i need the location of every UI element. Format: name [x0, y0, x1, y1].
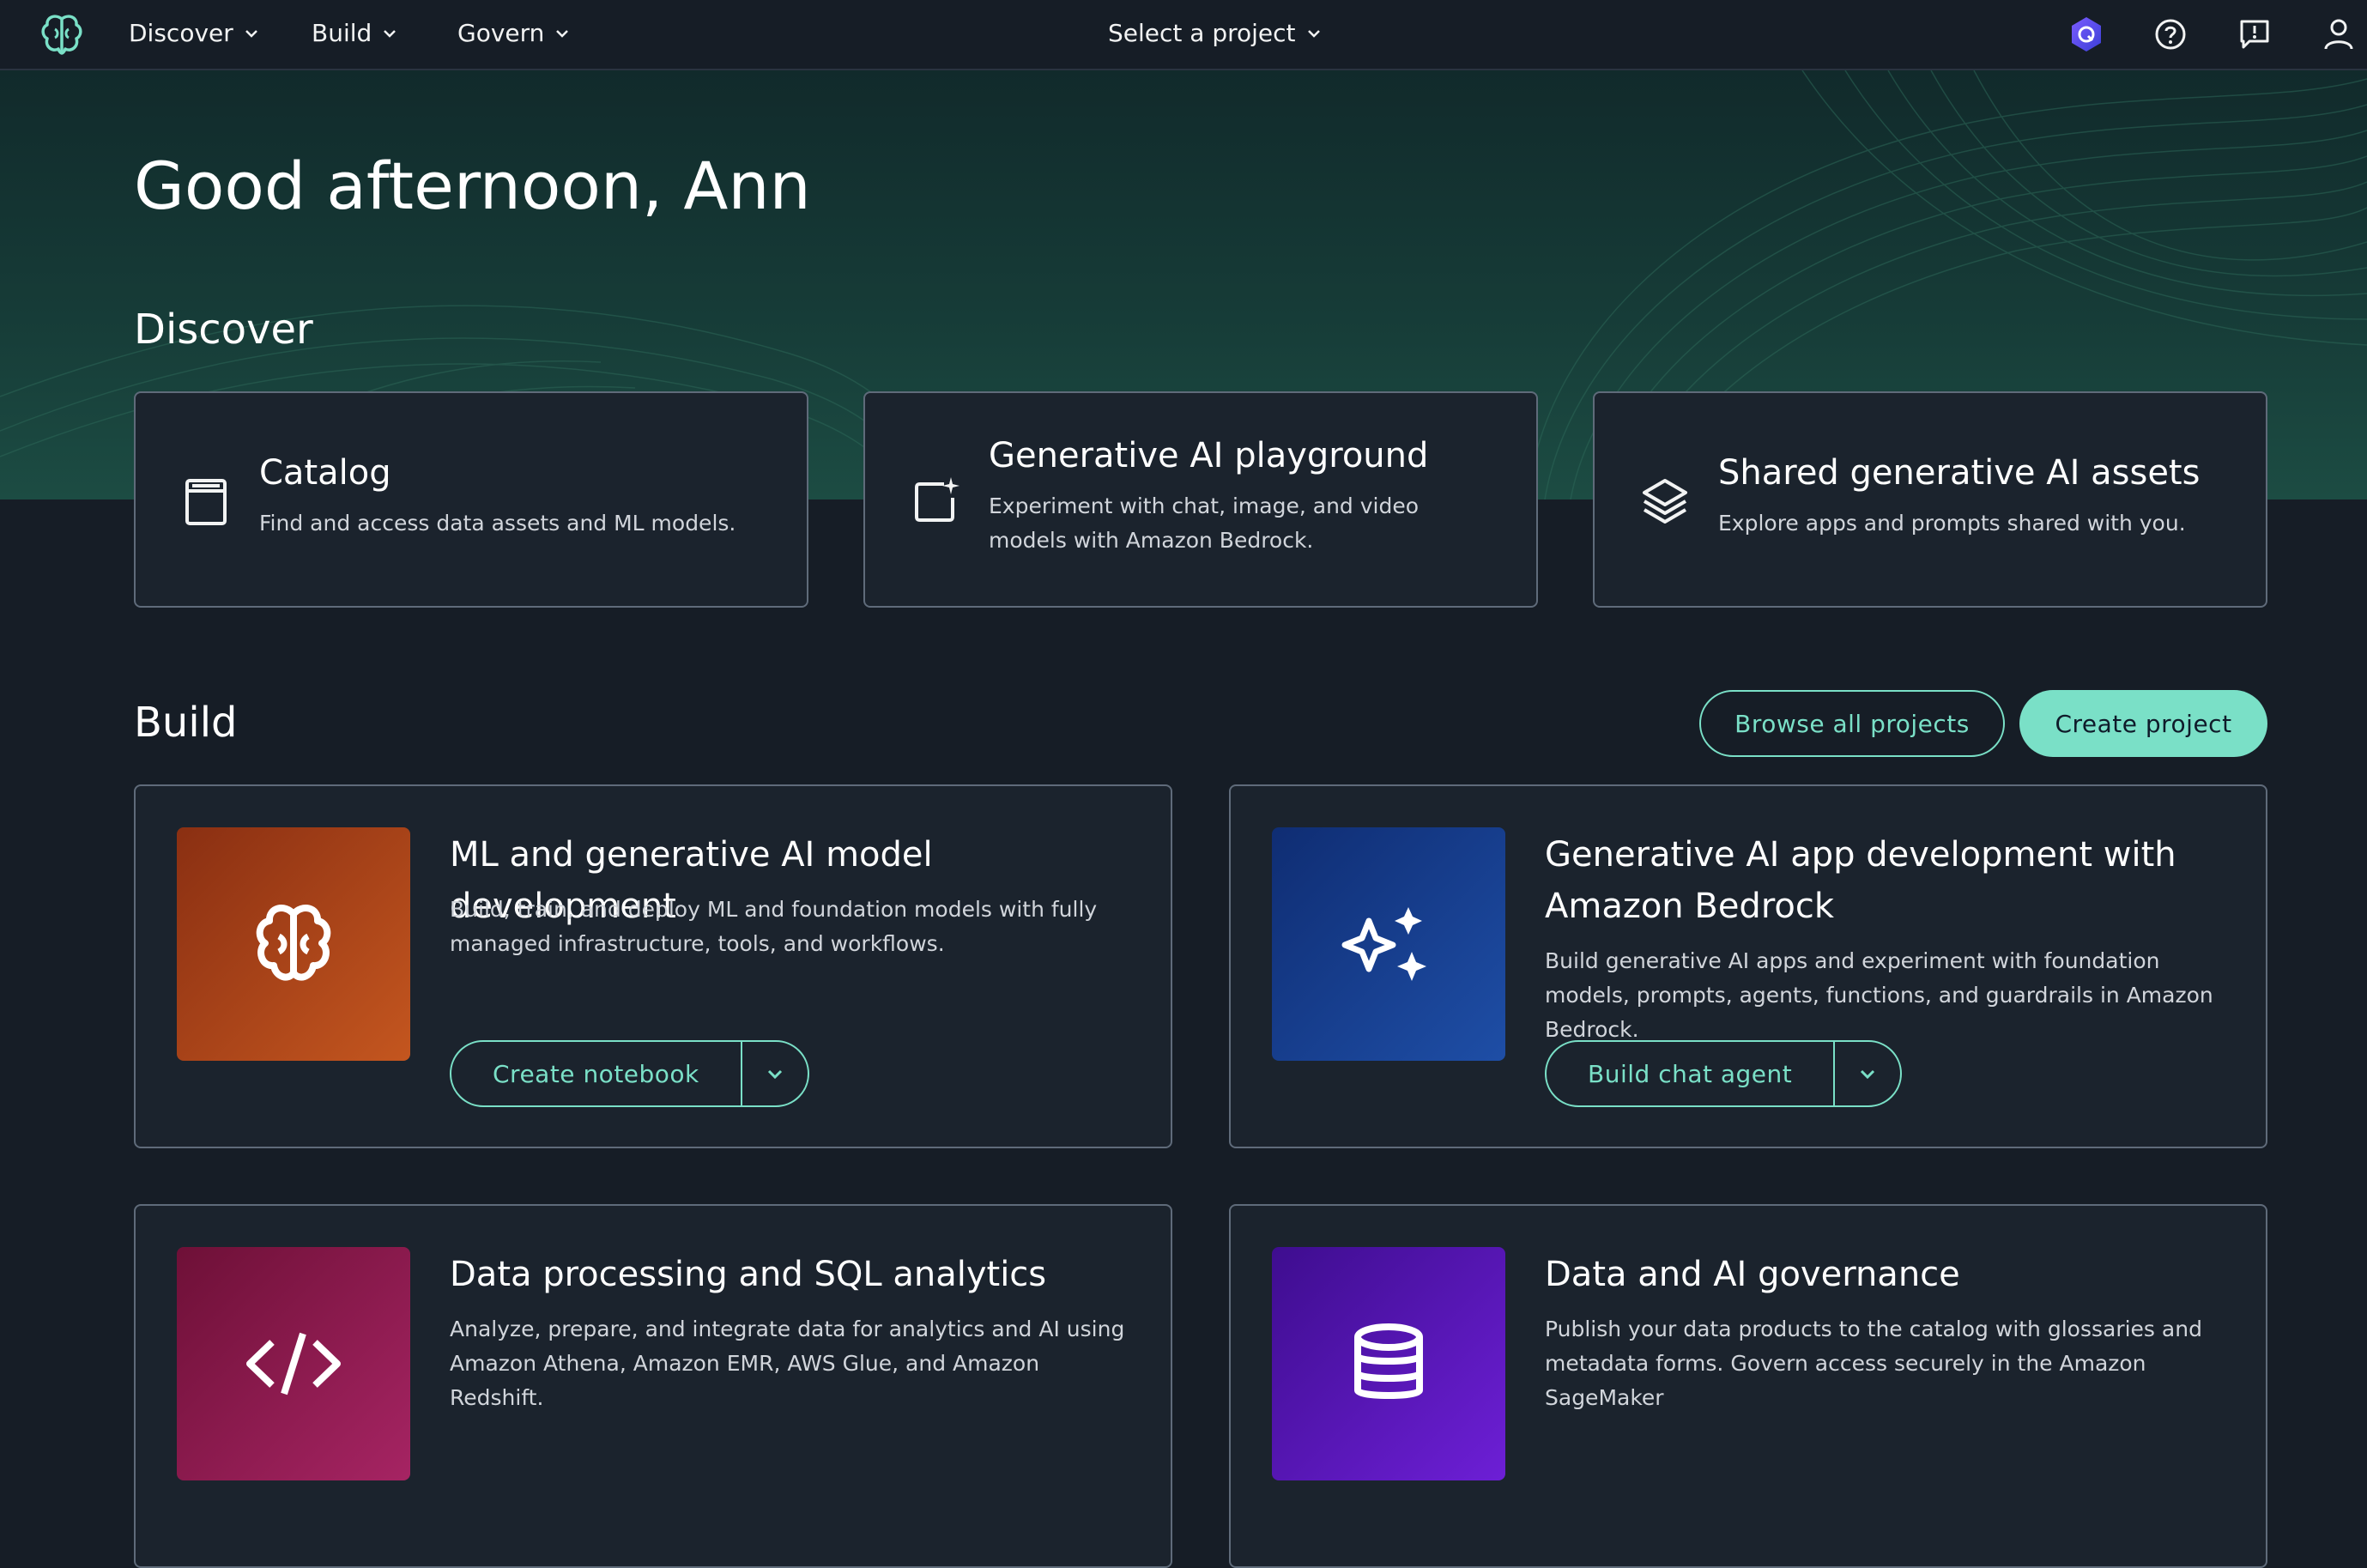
brain-icon: [256, 905, 331, 981]
user-profile-icon[interactable]: [2320, 15, 2358, 53]
discover-card-description: Experiment with chat, image, and video m…: [989, 493, 1420, 553]
discover-card-title: Catalog: [259, 453, 391, 493]
build-card-governance: Data and AI governance Publish your data…: [1229, 1204, 2267, 1568]
build-card-description: Build generative AI apps and experiment …: [1545, 948, 2213, 1042]
help-icon[interactable]: [2152, 15, 2189, 53]
chevron-down-icon: [245, 29, 257, 38]
discover-card-description: Explore apps and prompts shared with you…: [1718, 511, 2186, 536]
build-chat-agent-button[interactable]: Build chat agent: [1547, 1042, 1836, 1105]
project-selector-label: Select a project: [1108, 19, 1296, 47]
build-card-tile: [1272, 827, 1505, 1061]
chevron-down-icon: [556, 29, 569, 38]
nav-menu-govern[interactable]: Govern: [457, 19, 572, 47]
playground-icon: [910, 475, 961, 527]
chevron-down-icon: [1861, 1069, 1875, 1080]
discover-card-playground[interactable]: Generative AI playground Experiment with…: [863, 391, 1538, 608]
layers-icon: [1639, 475, 1691, 527]
create-project-button[interactable]: Create project: [2019, 690, 2267, 757]
build-card-description: Analyze, prepare, and integrate data for…: [450, 1317, 1125, 1410]
build-card-ml-development: ML and generative AI model development B…: [134, 784, 1172, 1148]
build-card-tile: [177, 827, 410, 1061]
chevron-down-icon: [767, 1069, 782, 1080]
build-card-bedrock-apps: Generative AI app development with Amazo…: [1229, 784, 2267, 1148]
build-card-title: Data and AI governance: [1545, 1255, 1960, 1294]
discover-section-title: Discover: [134, 306, 313, 354]
discover-card-description: Find and access data assets and ML model…: [259, 511, 736, 536]
catalog-icon: [180, 475, 232, 527]
nav-menu-govern-label: Govern: [457, 19, 545, 47]
browse-all-projects-button[interactable]: Browse all projects: [1699, 690, 2005, 757]
sparkles-icon: [1341, 907, 1426, 981]
create-notebook-dropdown[interactable]: [742, 1042, 808, 1105]
feedback-icon[interactable]: [2236, 15, 2273, 53]
chevron-down-icon: [384, 29, 397, 38]
nav-menu-discover-label: Discover: [129, 19, 233, 47]
create-notebook-button[interactable]: Create notebook: [451, 1042, 742, 1105]
build-card-data-processing: Data processing and SQL analytics Analyz…: [134, 1204, 1172, 1568]
build-card-title: Generative AI app development with Amazo…: [1545, 835, 2176, 926]
build-card-tile: [177, 1247, 410, 1480]
build-card-tile: [1272, 1247, 1505, 1480]
discover-card-title: Shared generative AI assets: [1718, 453, 2201, 493]
discover-card-title: Generative AI playground: [989, 436, 1429, 475]
database-icon: [1354, 1323, 1423, 1399]
sagemaker-logo-icon[interactable]: [38, 10, 86, 58]
nav-menu-build-label: Build: [312, 19, 372, 47]
build-section-title: Build: [134, 699, 238, 747]
create-notebook-split-button: Create notebook: [450, 1040, 809, 1107]
discover-card-catalog[interactable]: Catalog Find and access data assets and …: [134, 391, 808, 608]
build-chat-agent-split-button: Build chat agent: [1545, 1040, 1903, 1107]
nav-menu-build[interactable]: Build: [312, 19, 399, 47]
code-icon: [246, 1332, 341, 1395]
nav-menu-discover[interactable]: Discover: [129, 19, 261, 47]
build-card-description: Build, train, and deploy ML and foundati…: [450, 897, 1098, 956]
discover-card-shared-assets[interactable]: Shared generative AI assets Explore apps…: [1593, 391, 2267, 608]
greeting-heading: Good afternoon, Ann: [134, 148, 811, 224]
chevron-down-icon: [1307, 29, 1320, 38]
top-navigation: Discover Build Govern Select a project: [0, 0, 2367, 70]
build-card-title: Data processing and SQL analytics: [450, 1255, 1047, 1294]
build-card-description: Publish your data products to the catalo…: [1545, 1317, 2202, 1410]
amazon-q-icon[interactable]: [2067, 15, 2105, 53]
build-chat-agent-dropdown[interactable]: [1835, 1042, 1900, 1105]
project-selector[interactable]: Select a project: [1108, 19, 1323, 47]
